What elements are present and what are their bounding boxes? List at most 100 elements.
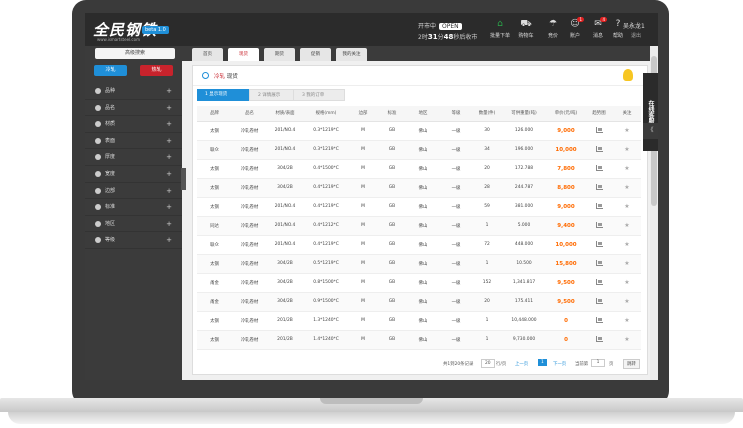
table-row[interactable]: 太钢 冷轧卷材 201/NO.4 0.3*1219*C M GB 佛山 一级 30 126.000… bbox=[197, 121, 641, 141]
column-header[interactable]: 数量(件) bbox=[473, 106, 501, 122]
table-row[interactable]: 太钢 冷轧卷材 201/NO.4 0.4*1219*C M GB 佛山 一级 59 381.000… bbox=[197, 197, 641, 217]
online-service-button[interactable]: 在线客服 bbox=[643, 73, 658, 151]
hot-rolled-toggle[interactable]: 热轧 bbox=[140, 65, 173, 76]
star-icon[interactable]: ★ bbox=[624, 203, 629, 210]
star-icon[interactable]: ★ bbox=[624, 241, 629, 248]
trend-cell bbox=[585, 121, 613, 141]
logout-link[interactable]: 退出 bbox=[631, 32, 641, 39]
column-header[interactable]: 关注 bbox=[613, 106, 641, 122]
tab-4[interactable]: 我的关注 bbox=[336, 48, 367, 61]
table-row[interactable]: 甬金 冷轧卷材 304/2B 0.8*1500*C M GB 佛山 一级 152 1,341.81… bbox=[197, 273, 641, 293]
star-icon[interactable]: ★ bbox=[624, 336, 629, 343]
star-icon[interactable]: ★ bbox=[624, 279, 629, 286]
side-collapse-button[interactable]: 《 bbox=[643, 123, 658, 139]
trend-chart-icon[interactable] bbox=[595, 278, 603, 285]
expand-plus-icon[interactable]: + bbox=[166, 232, 172, 248]
table-row[interactable]: 太钢 冷轧卷材 304/2B 0.4*1219*C M GB 佛山 一级 28 244.787 8,… bbox=[197, 178, 641, 198]
table-row[interactable]: 太钢 冷轧卷材 304/2B 0.4*1500*C M GB 佛山 一级 20 172.788 7,… bbox=[197, 159, 641, 179]
expand-plus-icon[interactable]: + bbox=[166, 199, 172, 215]
tab-1[interactable]: 现货 bbox=[228, 48, 259, 61]
advanced-search-button[interactable]: 高级搜索 bbox=[95, 48, 175, 59]
step-1[interactable]: 1 显示现货 bbox=[197, 89, 257, 101]
trend-chart-icon[interactable] bbox=[595, 221, 603, 228]
sidebar-item-name[interactable]: 品名 + bbox=[85, 100, 182, 117]
table-row[interactable]: 太钢 冷轧卷材 304/2B 0.5*1219*C M GB 佛山 一级 1 10.500 15,8… bbox=[197, 254, 641, 274]
expand-plus-icon[interactable]: + bbox=[166, 149, 172, 165]
star-icon[interactable]: ★ bbox=[624, 298, 629, 305]
column-header[interactable]: 地区 bbox=[407, 106, 439, 122]
base-bottom bbox=[8, 412, 735, 424]
sidebar-collapse-handle[interactable] bbox=[181, 168, 186, 190]
sidebar-item-edge[interactable]: 边部 + bbox=[85, 183, 182, 200]
expand-plus-icon[interactable]: + bbox=[166, 116, 172, 132]
table-cell: 1 bbox=[473, 216, 501, 236]
star-icon[interactable]: ★ bbox=[624, 127, 629, 134]
table-cell: 448.000 bbox=[501, 235, 547, 255]
trend-chart-icon[interactable] bbox=[595, 164, 603, 171]
trend-chart-icon[interactable] bbox=[595, 126, 603, 133]
table-cell: 冷轧卷材 bbox=[232, 159, 267, 179]
user-name[interactable]: 吴永龙1 bbox=[623, 21, 645, 30]
goto-page-input[interactable]: 1 bbox=[591, 359, 605, 367]
expand-plus-icon[interactable]: + bbox=[166, 166, 172, 182]
sidebar-item-standard[interactable]: 标准 + bbox=[85, 199, 182, 216]
trend-chart-icon[interactable] bbox=[595, 297, 603, 304]
expand-plus-icon[interactable]: + bbox=[166, 83, 172, 99]
expand-plus-icon[interactable]: + bbox=[166, 100, 172, 116]
header-shop-button[interactable]: ⌂ 批量下单 bbox=[487, 19, 513, 39]
goto-button[interactable]: 跳转 bbox=[623, 359, 640, 369]
sidebar-item-variety[interactable]: 品种 + bbox=[85, 83, 182, 100]
star-icon[interactable]: ★ bbox=[624, 222, 629, 229]
sidebar-item-region[interactable]: 地区 + bbox=[85, 216, 182, 233]
sidebar-item-grade[interactable]: 等级 + bbox=[85, 232, 182, 249]
tab-0[interactable]: 首页 bbox=[192, 48, 223, 61]
next-page-link[interactable]: 下一页 bbox=[553, 361, 566, 367]
prev-page-link[interactable]: 上一页 bbox=[515, 361, 528, 367]
trend-chart-icon[interactable] bbox=[595, 240, 603, 247]
column-header[interactable]: 品牌 bbox=[197, 106, 232, 122]
expand-plus-icon[interactable]: + bbox=[166, 133, 172, 149]
header-cart-button[interactable]: ⛟ 购物车 bbox=[513, 19, 539, 39]
tab-2[interactable]: 期货 bbox=[264, 48, 295, 61]
column-header[interactable]: 边部 bbox=[349, 106, 377, 122]
star-icon[interactable]: ★ bbox=[624, 165, 629, 172]
table-cell: M bbox=[349, 330, 377, 350]
column-header[interactable]: 标准 bbox=[377, 106, 407, 122]
trend-chart-icon[interactable] bbox=[595, 202, 603, 209]
trend-chart-icon[interactable] bbox=[595, 316, 603, 323]
sidebar-item-thickness[interactable]: 厚度 + bbox=[85, 149, 182, 166]
column-header[interactable]: 规格(mm) bbox=[303, 106, 349, 122]
table-row[interactable]: 太钢 冷轧卷材 201/2B 1.3*1240*C M GB 佛山 一级 1 10,448.000… bbox=[197, 311, 641, 331]
sidebar-item-material[interactable]: 材质 + bbox=[85, 116, 182, 133]
star-icon[interactable]: ★ bbox=[624, 260, 629, 267]
table-row[interactable]: 联众 冷轧卷材 201/NO.4 0.3*1219*C M GB 佛山 一级 34 196.000… bbox=[197, 140, 641, 160]
column-header[interactable]: 品名 bbox=[232, 106, 267, 122]
star-icon[interactable]: ★ bbox=[624, 184, 629, 191]
trend-chart-icon[interactable] bbox=[595, 335, 603, 342]
expand-plus-icon[interactable]: + bbox=[166, 183, 172, 199]
column-header[interactable]: 等级 bbox=[439, 106, 473, 122]
star-icon[interactable]: ★ bbox=[624, 317, 629, 324]
sidebar-item-surface[interactable]: 表面 + bbox=[85, 133, 182, 150]
page-size-select[interactable]: 20 bbox=[481, 359, 495, 368]
tab-3[interactable]: 促销 bbox=[300, 48, 331, 61]
lightbulb-icon[interactable] bbox=[623, 69, 633, 81]
table-row[interactable]: 甬金 冷轧卷材 304/2B 0.9*1500*C M GB 佛山 一级 20 175.411 9,… bbox=[197, 292, 641, 312]
edge-icon bbox=[95, 187, 101, 194]
step-3[interactable]: 3 我的订单 bbox=[293, 89, 345, 101]
current-page[interactable]: 1 bbox=[538, 359, 547, 366]
column-header[interactable]: 单价(元/吨) bbox=[547, 106, 585, 122]
column-header[interactable]: 趋势图 bbox=[585, 106, 613, 122]
column-header[interactable]: 可供重量(吨) bbox=[501, 106, 547, 122]
table-row[interactable]: 同达 冷轧卷材 201/NO.4 0.4*1212*C M GB 佛山 一级 1 5.000 9,4… bbox=[197, 216, 641, 236]
table-row[interactable]: 太钢 冷轧卷材 201/2B 1.4*1240*C M GB 佛山 一级 1 9,730.000 0… bbox=[197, 330, 641, 350]
column-header[interactable]: 材质/表面 bbox=[267, 106, 303, 122]
expand-plus-icon[interactable]: + bbox=[166, 216, 172, 232]
cold-rolled-toggle[interactable]: 冷轧 bbox=[94, 65, 127, 76]
trend-chart-icon[interactable] bbox=[595, 145, 603, 152]
trend-chart-icon[interactable] bbox=[595, 183, 603, 190]
table-row[interactable]: 联众 冷轧卷材 201/NO.4 0.4*1219*C M GB 佛山 一级 72 448.000… bbox=[197, 235, 641, 255]
star-icon[interactable]: ★ bbox=[624, 146, 629, 153]
sidebar-item-width[interactable]: 宽度 + bbox=[85, 166, 182, 183]
trend-chart-icon[interactable] bbox=[595, 259, 603, 266]
